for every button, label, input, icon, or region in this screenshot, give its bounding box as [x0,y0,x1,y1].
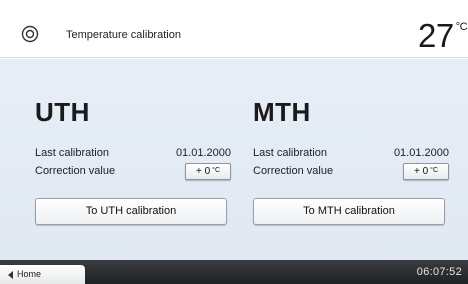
home-label: Home [17,269,42,279]
clock: 06:07:52 [416,266,462,278]
to-uth-calibration-button[interactable]: To UTH calibration [35,198,227,225]
current-temperature: 27 °C [418,17,468,55]
mth-correction-unit: °C [430,167,439,174]
home-button[interactable]: Home [0,265,85,284]
uth-correction-unit: °C [212,167,221,174]
mth-correction-label: Correction value [253,165,334,177]
uth-last-calibration-label: Last calibration [35,147,109,159]
to-mth-calibration-button[interactable]: To MTH calibration [253,198,445,225]
mth-title: MTH [253,97,311,127]
mth-last-calibration-label: Last calibration [253,147,327,159]
uth-correction-value: + 0 [195,166,211,177]
uth-last-calibration-value: 01.01.2000 [175,147,231,159]
page-title: Temperature calibration [66,29,181,41]
mth-panel: MTH Last calibration 01.01.2000 Correcti… [253,59,449,260]
uth-correction-value-button[interactable]: + 0 °C [185,163,231,180]
mth-correction-value: + 0 [413,166,429,177]
mth-last-calibration-value: 01.01.2000 [393,147,449,159]
uth-title: UTH [35,97,90,127]
uth-panel: UTH Last calibration 01.01.2000 Correcti… [35,59,231,260]
arrow-left-icon [8,271,13,279]
temperature-unit: °C [455,21,468,33]
header-bar: Temperature calibration 27 °C [0,0,468,58]
uth-correction-label: Correction value [35,165,116,177]
target-icon [21,25,39,43]
mth-correction-value-button[interactable]: + 0 °C [403,163,449,180]
calibration-panel-area: UTH Last calibration 01.01.2000 Correcti… [0,59,468,260]
temperature-value: 27 [418,17,454,54]
footer-bar: Home 06:07:52 [0,260,468,284]
